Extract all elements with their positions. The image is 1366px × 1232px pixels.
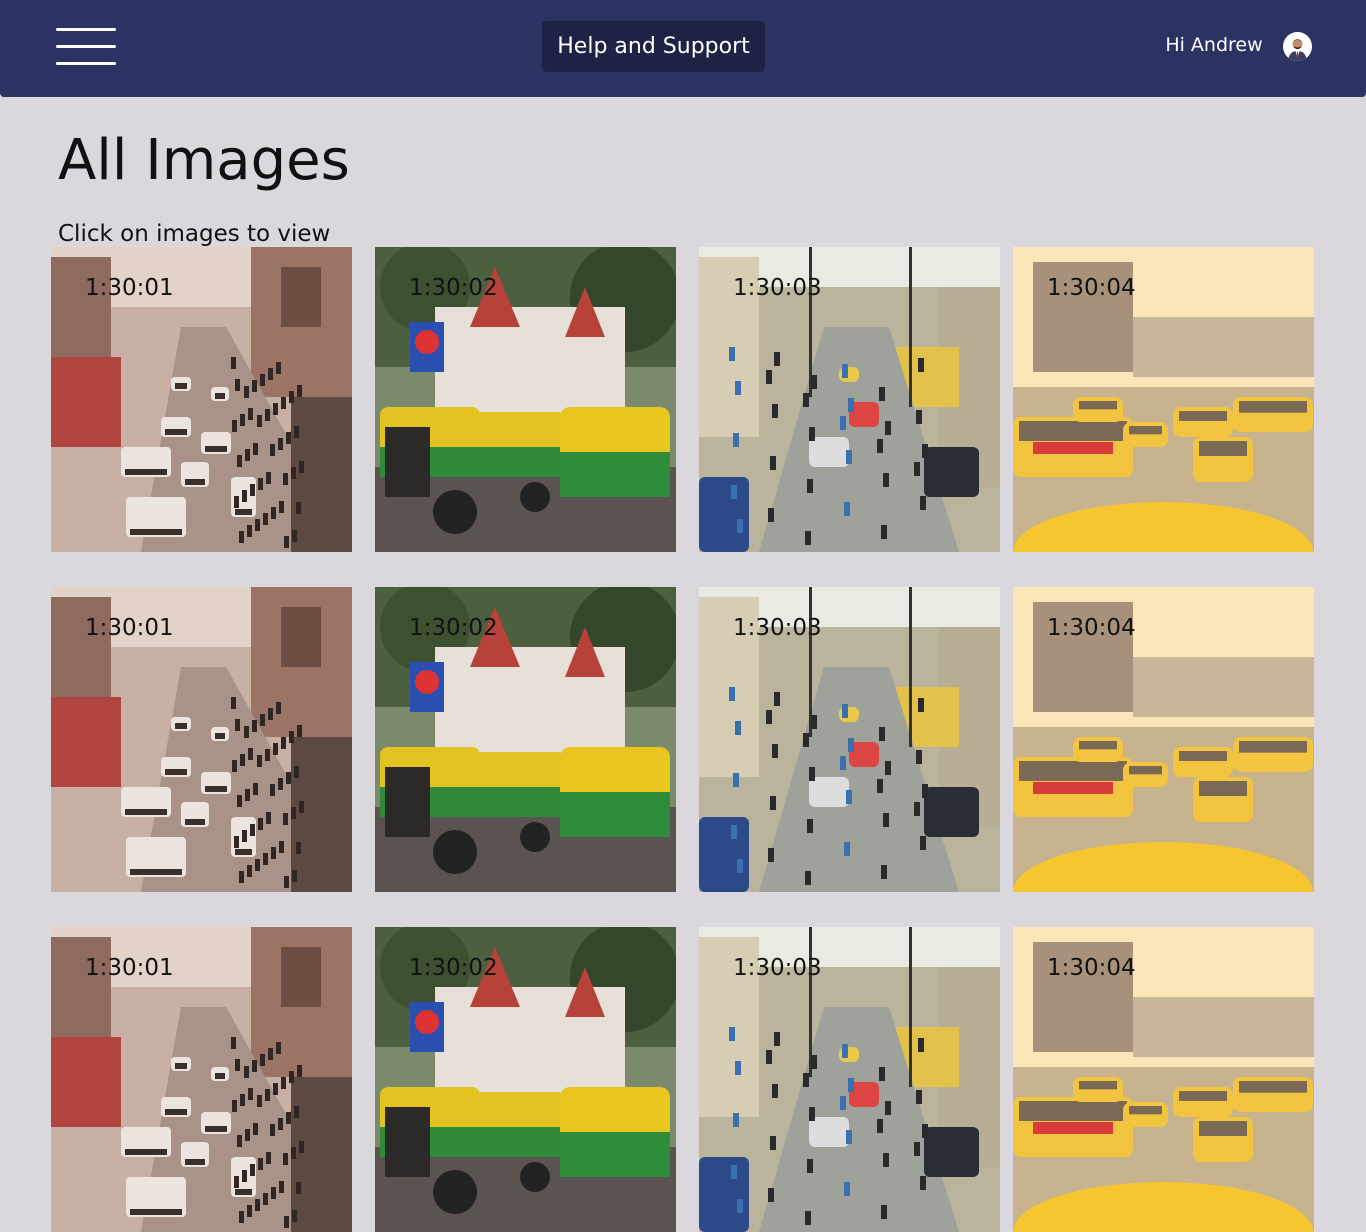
- image-timestamp: 1:30:04: [1047, 615, 1136, 641]
- image-thumbnail[interactable]: 1:30:03: [699, 587, 1000, 892]
- user-greeting: Hi Andrew: [1165, 34, 1263, 56]
- image-timestamp: 1:30:02: [409, 615, 498, 641]
- image-thumbnail[interactable]: 1:30:02: [375, 247, 676, 552]
- top-navigation-bar: Help and Support Hi Andrew: [0, 0, 1366, 97]
- image-thumbnail[interactable]: 1:30:03: [699, 247, 1000, 552]
- image-timestamp: 1:30:03: [733, 275, 822, 301]
- help-and-support-button[interactable]: Help and Support: [542, 21, 765, 72]
- page-title: All Images: [58, 128, 350, 193]
- image-thumbnail[interactable]: 1:30:03: [699, 927, 1000, 1232]
- image-timestamp: 1:30:02: [409, 275, 498, 301]
- image-thumbnail[interactable]: 1:30:01: [51, 587, 352, 892]
- image-thumbnail[interactable]: 1:30:01: [51, 247, 352, 552]
- image-timestamp: 1:30:04: [1047, 275, 1136, 301]
- image-thumbnail[interactable]: 1:30:02: [375, 927, 676, 1232]
- image-thumbnail[interactable]: 1:30:04: [1013, 927, 1314, 1232]
- image-timestamp: 1:30:03: [733, 615, 822, 641]
- user-avatar-icon[interactable]: [1283, 32, 1312, 61]
- page-subtitle: Click on images to view: [58, 221, 331, 247]
- image-timestamp: 1:30:04: [1047, 955, 1136, 981]
- image-thumbnail[interactable]: 1:30:01: [51, 927, 352, 1232]
- image-timestamp: 1:30:02: [409, 955, 498, 981]
- image-timestamp: 1:30:01: [85, 615, 174, 641]
- hamburger-menu-icon[interactable]: [56, 28, 116, 66]
- image-thumbnail[interactable]: 1:30:04: [1013, 587, 1314, 892]
- image-timestamp: 1:30:01: [85, 955, 174, 981]
- image-thumbnail[interactable]: 1:30:02: [375, 587, 676, 892]
- image-thumbnail[interactable]: 1:30:04: [1013, 247, 1314, 552]
- image-timestamp: 1:30:01: [85, 275, 174, 301]
- image-timestamp: 1:30:03: [733, 955, 822, 981]
